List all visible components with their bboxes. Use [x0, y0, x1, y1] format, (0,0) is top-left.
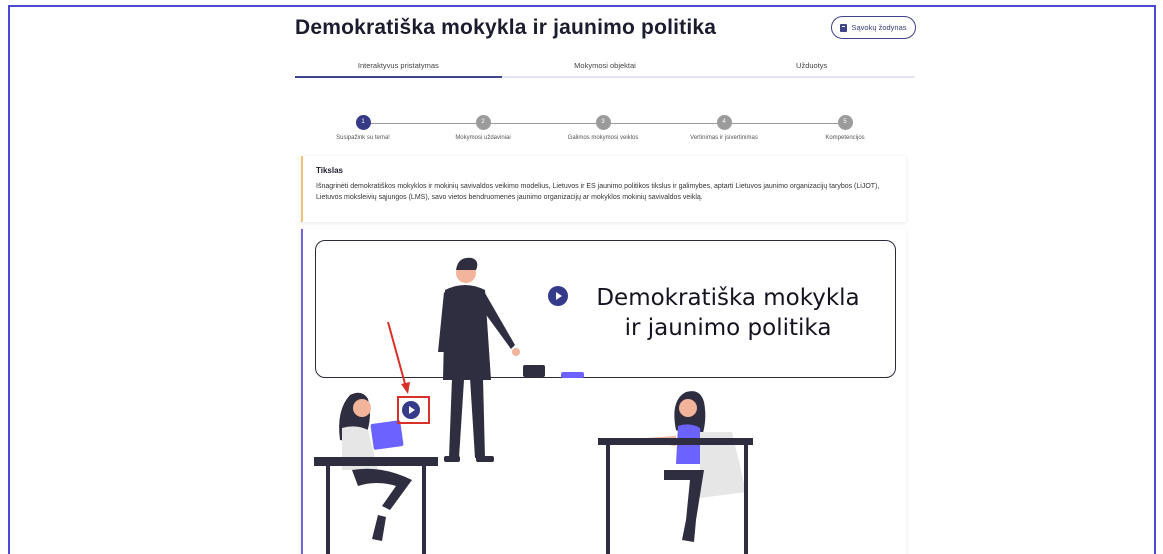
play-video-button[interactable] — [402, 401, 420, 419]
laptop-on-banner — [523, 365, 545, 377]
video-banner-title: Demokratiška mokykla ir jaunimo politika — [596, 285, 860, 341]
standing-man-figure — [438, 257, 520, 462]
annotation-arrow — [387, 321, 410, 394]
book-on-banner — [561, 372, 584, 378]
classroom-illustration — [314, 257, 753, 554]
play-icon[interactable] — [548, 286, 568, 306]
right-student-figure — [646, 391, 746, 542]
